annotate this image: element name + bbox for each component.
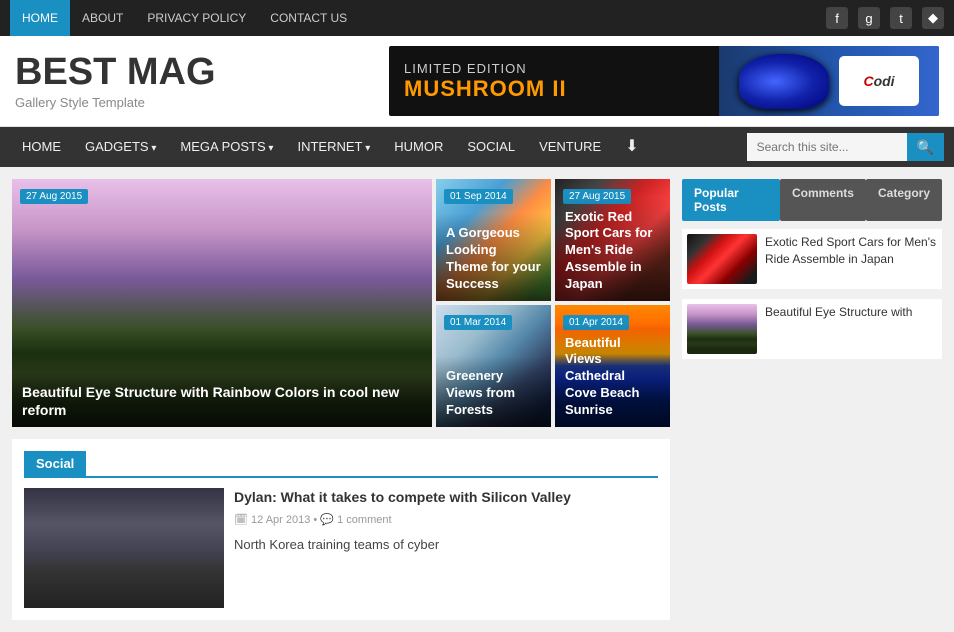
search-input[interactable]	[747, 133, 907, 161]
popular-post-2[interactable]: Beautiful Eye Structure with	[682, 299, 942, 359]
social-list: Dylan: What it takes to compete with Sil…	[234, 488, 658, 608]
social-thumbnail	[24, 488, 224, 608]
gallery-cars-title: Exotic Red Sport Cars for Men's Ride Ass…	[565, 209, 660, 293]
banner-text-block: LIMITED EDITION MUSHROOM II	[389, 53, 719, 110]
social-section: Social Dylan: What it takes to compete w…	[12, 439, 670, 620]
social-post-1-meta: 🗓 12 Apr 2013 • 💬 1 comment	[234, 513, 658, 526]
gallery-toys-title: A Gorgeous Looking Theme for your Succes…	[446, 225, 541, 293]
social-post-1-title[interactable]: Dylan: What it takes to compete with Sil…	[234, 488, 658, 508]
gallery-item-large[interactable]: 27 Aug 2015 Beautiful Eye Structure with…	[12, 179, 432, 427]
tab-popular-posts[interactable]: Popular Posts	[682, 179, 780, 221]
popular-posts-list: Exotic Red Sport Cars for Men's Ride Ass…	[682, 229, 942, 359]
nav-home[interactable]: HOME	[10, 127, 73, 167]
gallery-toys-overlay: A Gorgeous Looking Theme for your Succes…	[436, 213, 551, 301]
header-banner[interactable]: LIMITED EDITION MUSHROOM II Codi	[389, 46, 939, 116]
top-nav-home[interactable]: HOME	[10, 0, 70, 36]
popular-post-2-thumb	[687, 304, 757, 354]
social-label: Social	[24, 451, 86, 476]
twitter-icon[interactable]: t	[890, 7, 912, 29]
gallery-grid: 27 Aug 2015 Beautiful Eye Structure with…	[12, 179, 670, 427]
nav-mega-posts[interactable]: MEGA POSTS	[168, 127, 285, 167]
gallery-item-bottom-middle[interactable]: 01 Mar 2014 Greenery Views from Forests	[436, 305, 551, 427]
content-wrap: 27 Aug 2015 Beautiful Eye Structure with…	[0, 167, 954, 632]
site-branding: BEST MAG Gallery Style Template	[15, 53, 216, 110]
banner-product-image	[739, 54, 829, 109]
sidebar: Popular Posts Comments Category Exotic R…	[682, 179, 942, 620]
gallery-item-top-right[interactable]: 27 Aug 2015 Exotic Red Sport Cars for Me…	[555, 179, 670, 301]
main-nav: HOME GADGETS MEGA POSTS INTERNET HUMOR S…	[0, 127, 954, 167]
site-title: BEST MAG	[15, 53, 216, 91]
top-nav-left: HOME ABOUT PRIVACY POLICY CONTACT US	[10, 0, 359, 36]
top-nav-privacy[interactable]: PRIVACY POLICY	[135, 0, 258, 36]
search-button[interactable]: 🔍	[907, 133, 944, 161]
banner-text1: LIMITED EDITION	[404, 61, 704, 76]
gallery-large-title: Beautiful Eye Structure with Rainbow Col…	[22, 383, 422, 419]
social-post-1-date: 12 Apr 2013	[251, 514, 310, 526]
gallery-item-bottom-right[interactable]: 01 Apr 2014 Beautiful Views Cathedral Co…	[555, 305, 670, 427]
site-header: BEST MAG Gallery Style Template LIMITED …	[0, 36, 954, 127]
popular-post-2-title: Beautiful Eye Structure with	[765, 304, 912, 354]
popular-post-1[interactable]: Exotic Red Sport Cars for Men's Ride Ass…	[682, 229, 942, 289]
gallery-cars-overlay: Exotic Red Sport Cars for Men's Ride Ass…	[555, 197, 670, 301]
banner-image: Codi	[719, 46, 939, 116]
facebook-icon[interactable]: f	[826, 7, 848, 29]
gallery-phone-title: Greenery Views from Forests	[446, 368, 541, 419]
gallery-toys-badge: 01 Sep 2014	[444, 187, 551, 204]
popular-post-1-thumb	[687, 234, 757, 284]
gallery-phone-badge: 01 Mar 2014	[444, 313, 551, 330]
tab-comments[interactable]: Comments	[780, 179, 866, 221]
gallery-beach-overlay: Beautiful Views Cathedral Cove Beach Sun…	[555, 323, 670, 427]
comment-icon: 💬	[320, 514, 334, 526]
nav-internet[interactable]: INTERNET	[285, 127, 382, 167]
gallery-beach-title: Beautiful Views Cathedral Cove Beach Sun…	[565, 335, 660, 419]
brand-logo: Codi	[839, 56, 919, 106]
rss-icon[interactable]: ◆	[922, 7, 944, 29]
search-bar: 🔍	[747, 133, 944, 161]
banner-inner: LIMITED EDITION MUSHROOM II Codi	[389, 46, 939, 116]
nav-social[interactable]: SOCIAL	[455, 127, 527, 167]
googleplus-icon[interactable]: g	[858, 7, 880, 29]
top-nav-social: f g t ◆	[826, 7, 944, 29]
gallery-large-date: 27 Aug 2015	[20, 189, 88, 204]
gallery-large-overlay: Beautiful Eye Structure with Rainbow Col…	[12, 371, 432, 427]
gallery-item-top-middle[interactable]: 01 Sep 2014 A Gorgeous Looking Theme for…	[436, 179, 551, 301]
gallery-toys-date: 01 Sep 2014	[444, 189, 513, 204]
nav-download-icon[interactable]: ⬇	[613, 127, 650, 167]
top-nav-contact[interactable]: CONTACT US	[258, 0, 359, 36]
gallery-phone-date: 01 Mar 2014	[444, 315, 512, 330]
sidebar-tabs: Popular Posts Comments Category	[682, 179, 942, 221]
site-subtitle: Gallery Style Template	[15, 95, 216, 110]
gallery-phone-overlay: Greenery Views from Forests	[436, 356, 551, 427]
banner-text2: MUSHROOM II	[404, 76, 704, 102]
top-nav: HOME ABOUT PRIVACY POLICY CONTACT US f g…	[0, 0, 954, 36]
social-post-2-title[interactable]: North Korea training teams of cyber	[234, 536, 658, 554]
top-nav-about[interactable]: ABOUT	[70, 0, 135, 36]
nav-venture[interactable]: VENTURE	[527, 127, 613, 167]
popular-post-1-title: Exotic Red Sport Cars for Men's Ride Ass…	[765, 234, 937, 284]
gallery-large-badge: 27 Aug 2015	[20, 187, 432, 204]
nav-humor[interactable]: HUMOR	[382, 127, 455, 167]
nav-gadgets[interactable]: GADGETS	[73, 127, 168, 167]
calendar-icon: 🗓	[234, 514, 248, 526]
main-content: 27 Aug 2015 Beautiful Eye Structure with…	[12, 179, 670, 620]
social-post-1-comments: 1 comment	[337, 514, 391, 526]
social-posts: Dylan: What it takes to compete with Sil…	[24, 488, 658, 608]
tab-category[interactable]: Category	[866, 179, 942, 221]
social-section-header: Social	[24, 451, 658, 478]
